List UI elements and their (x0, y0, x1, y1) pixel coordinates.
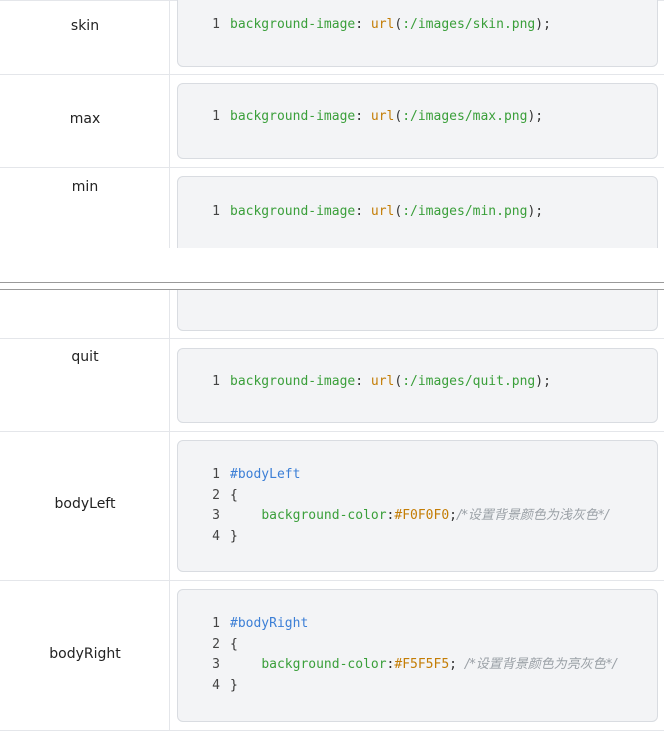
css-selector: #bodyLeft (230, 467, 301, 482)
css-argument: :/images/quit.png (402, 374, 536, 389)
css-selector: #bodyRight (230, 616, 309, 631)
punct: : (355, 374, 364, 389)
row-name: bodyRight (49, 646, 121, 662)
code-block[interactable]: 1 background-image: url(:/images/skin.png… (177, 0, 658, 67)
punct: ; (449, 657, 465, 672)
row-name: min (71, 179, 99, 195)
code-line: 2{ (178, 485, 238, 506)
code-line: 4} (178, 526, 238, 547)
line-number: 1 (212, 467, 220, 482)
css-property: background-color (261, 657, 387, 672)
line-number: 4 (212, 529, 220, 544)
code-block (177, 290, 658, 331)
css-comment: /*设置背景颜色为亮灰色*/ (464, 657, 617, 672)
line-number: 2 (212, 488, 220, 503)
line-number: 4 (212, 678, 220, 693)
top-panel[interactable]: skin 1 background-image: url(:/images/ski… (0, 0, 664, 248)
css-property: background-image (230, 374, 356, 389)
code-cell: 1 background-image: url(:/images/quit.png… (170, 339, 664, 431)
code-cell (170, 290, 664, 338)
css-property: background-image (230, 17, 356, 32)
table-row-max: max 1 background-image: url(:/images/max.… (0, 75, 664, 168)
code-block[interactable]: 1 background-image: url(:/images/max.png)… (177, 83, 658, 159)
line-number: 2 (212, 637, 220, 652)
table-row-skin: skin 1 background-image: url(:/images/ski… (0, 0, 664, 75)
code-line: 1 background-image: url(:/images/quit.png… (178, 371, 551, 392)
row-name: skin (70, 18, 100, 34)
line-number: 3 (212, 508, 220, 523)
punct: ); (527, 109, 544, 124)
name-cell: bodyRight (0, 581, 170, 730)
css-argument: :/images/min.png (402, 204, 528, 219)
code-line: 3 background-color:#F0F0F0;/*设置背景颜色为浅灰色*… (178, 505, 609, 526)
code-line: 1 #bodyLeft (178, 464, 300, 485)
code-block[interactable]: 1 background-image: url(:/images/min.png)… (177, 176, 658, 248)
row-name: bodyLeft (54, 496, 116, 512)
punct: { (230, 637, 238, 652)
name-cell: skin (0, 1, 170, 74)
table-row-bodyright: bodyRight 1 #bodyRight 2{ 3 background-co… (0, 581, 664, 731)
css-comment: /*设置背景颜色为浅灰色*/ (457, 508, 609, 523)
line-number: 1 (212, 204, 220, 219)
line-number: 1 (212, 616, 220, 631)
row-name: max (69, 111, 101, 127)
punct: : (355, 204, 364, 219)
punct: { (230, 488, 238, 503)
line-number: 1 (212, 109, 220, 124)
punct: ); (535, 17, 551, 32)
divider (0, 282, 664, 283)
line-number: 1 (212, 374, 220, 389)
css-property: background-image (230, 204, 356, 219)
code-block[interactable]: 1 #bodyRight 2{ 3 background-color:#F5F5F… (177, 589, 658, 722)
code-cell: 1 #bodyLeft 2{ 3 background-color:#F0F0F0… (170, 432, 664, 580)
code-block[interactable]: 1 background-image: url(:/images/quit.png… (177, 348, 658, 423)
css-property: background-color (261, 508, 387, 523)
punct: : (355, 17, 364, 32)
css-function: url (370, 109, 395, 124)
punct: : (355, 109, 364, 124)
code-cell: 1 #bodyRight 2{ 3 background-color:#F5F5F… (170, 581, 664, 730)
code-line: 1 background-image: url(:/images/skin.png… (178, 14, 551, 35)
punct: ; (449, 508, 457, 523)
punct: } (230, 678, 238, 693)
code-line: 2{ (178, 634, 238, 655)
code-line: 1 background-image: url(:/images/min.png)… (178, 201, 543, 222)
table-row-quit: quit 1 background-image: url(:/images/qui… (0, 339, 664, 432)
css-argument: :/images/skin.png (402, 17, 536, 32)
code-line: 1 #bodyRight (178, 613, 308, 634)
bottom-panel[interactable]: quit 1 background-image: url(:/images/qui… (0, 290, 664, 737)
name-cell: quit (0, 339, 170, 431)
code-line: 1 background-image: url(:/images/max.png)… (178, 106, 543, 127)
name-cell: min (0, 168, 170, 248)
code-cell: 1 background-image: url(:/images/min.png)… (170, 168, 664, 248)
css-function: url (370, 374, 395, 389)
css-function: url (370, 204, 395, 219)
css-value: #F5F5F5 (394, 657, 450, 672)
name-cell: max (0, 75, 170, 167)
code-cell: 1 background-image: url(:/images/skin.png… (170, 0, 664, 74)
css-property: background-image (230, 109, 356, 124)
line-number: 3 (212, 657, 220, 672)
code-block[interactable]: 1 #bodyLeft 2{ 3 background-color:#F0F0F0… (177, 440, 658, 572)
name-cell: bodyLeft (0, 432, 170, 580)
table-row-partial (0, 290, 664, 339)
punct: ); (535, 374, 551, 389)
line-number: 1 (212, 17, 220, 32)
css-value: #F0F0F0 (394, 508, 450, 523)
css-function: url (370, 17, 395, 32)
code-line: 4} (178, 675, 238, 696)
css-argument: :/images/max.png (402, 109, 528, 124)
punct: ); (527, 204, 544, 219)
punct: } (230, 529, 238, 544)
name-cell (0, 290, 170, 338)
table-row-bodyleft: bodyLeft 1 #bodyLeft 2{ 3 background-colo… (0, 432, 664, 581)
panel-separator (0, 248, 664, 290)
table-row-min: min 1 background-image: url(:/images/min.… (0, 168, 664, 248)
row-name: quit (71, 349, 99, 365)
code-line: 3 background-color:#F5F5F5; /*设置背景颜色为亮灰色… (178, 654, 617, 675)
code-cell: 1 background-image: url(:/images/max.png)… (170, 75, 664, 167)
